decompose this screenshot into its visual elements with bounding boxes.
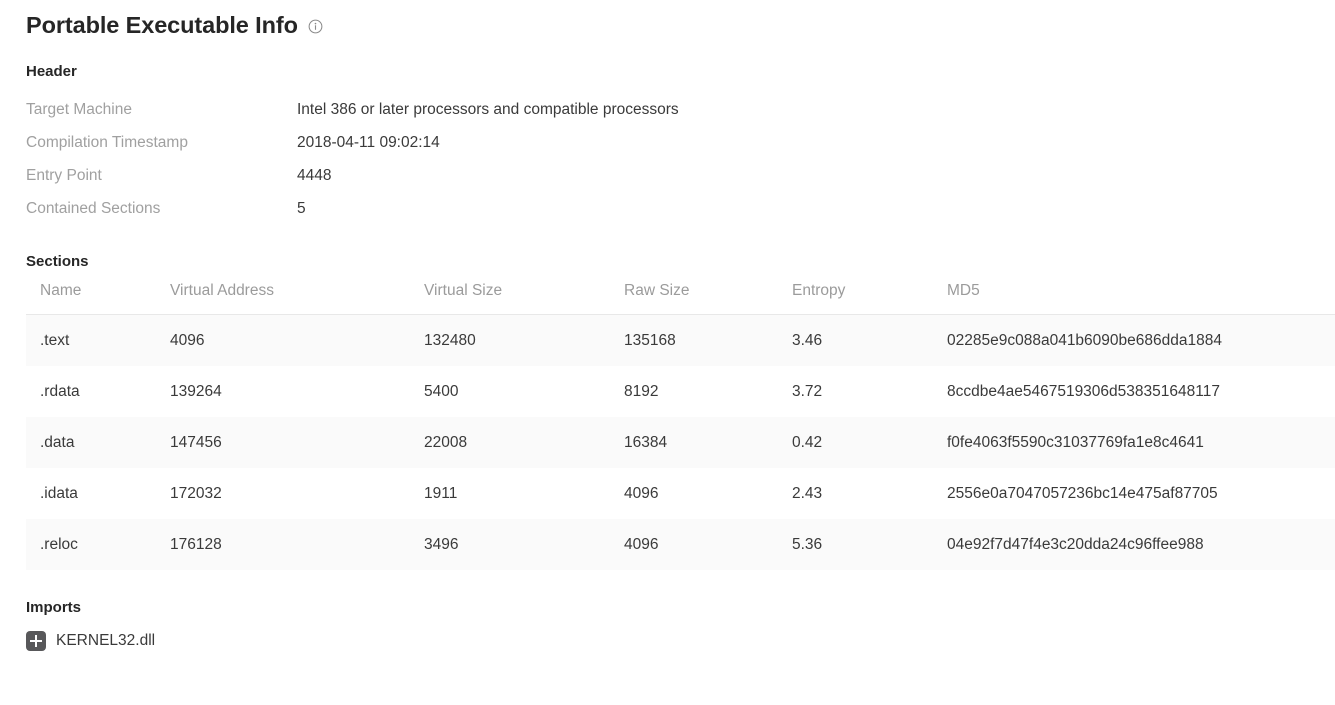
sections-table-body: .text 4096 132480 135168 3.46 02285e9c08… bbox=[26, 314, 1335, 571]
table-header-row: Name Virtual Address Virtual Size Raw Si… bbox=[26, 282, 1335, 316]
column-header-raw-size: Raw Size bbox=[624, 282, 792, 316]
detail-value: 2018-04-11 09:02:14 bbox=[297, 134, 440, 152]
table-row: .text 4096 132480 135168 3.46 02285e9c08… bbox=[26, 314, 1335, 367]
cell-name: .idata bbox=[26, 468, 170, 520]
column-header-entropy: Entropy bbox=[792, 282, 947, 316]
table-row: .reloc 176128 3496 4096 5.36 04e92f7d47f… bbox=[26, 519, 1335, 571]
cell-virtual-size: 5400 bbox=[424, 366, 624, 418]
column-header-md5: MD5 bbox=[947, 282, 1335, 316]
sections-section-heading: Sections bbox=[26, 253, 89, 271]
cell-raw-size: 4096 bbox=[624, 468, 792, 520]
column-header-virtual-address: Virtual Address bbox=[170, 282, 424, 316]
header-section-heading: Header bbox=[26, 63, 77, 81]
cell-raw-size: 135168 bbox=[624, 314, 792, 367]
cell-name: .data bbox=[26, 417, 170, 469]
cell-md5: 2556e0a7047057236bc14e475af87705 bbox=[947, 468, 1335, 520]
cell-entropy: 5.36 bbox=[792, 519, 947, 571]
page-title: Portable Executable Info bbox=[26, 12, 298, 38]
cell-raw-size: 4096 bbox=[624, 519, 792, 571]
cell-name: .text bbox=[26, 314, 170, 367]
cell-virtual-address: 172032 bbox=[170, 468, 424, 520]
detail-row: Contained Sections 5 bbox=[26, 192, 1335, 225]
cell-virtual-address: 4096 bbox=[170, 314, 424, 367]
cell-md5: 04e92f7d47f4e3c20dda24c96ffee988 bbox=[947, 519, 1335, 571]
detail-label: Compilation Timestamp bbox=[26, 134, 188, 152]
detail-label: Entry Point bbox=[26, 167, 102, 185]
table-row: .idata 172032 1911 4096 2.43 2556e0a7047… bbox=[26, 468, 1335, 520]
cell-entropy: 3.72 bbox=[792, 366, 947, 418]
detail-row: Compilation Timestamp 2018-04-11 09:02:1… bbox=[26, 126, 1335, 159]
cell-md5: f0fe4063f5590c31037769fa1e8c4641 bbox=[947, 417, 1335, 469]
cell-virtual-size: 132480 bbox=[424, 314, 624, 367]
info-circle-icon[interactable] bbox=[308, 19, 323, 34]
header-details: Target Machine Intel 386 or later proces… bbox=[26, 93, 1335, 225]
import-library-name: KERNEL32.dll bbox=[56, 632, 156, 650]
cell-raw-size: 16384 bbox=[624, 417, 792, 469]
cell-name: .reloc bbox=[26, 519, 170, 571]
pe-info-panel: Portable Executable Info Header Target M… bbox=[0, 0, 1335, 705]
cell-virtual-size: 1911 bbox=[424, 468, 624, 520]
plus-square-icon[interactable] bbox=[26, 631, 46, 652]
list-item[interactable]: KERNEL32.dll bbox=[26, 628, 155, 654]
detail-value: 5 bbox=[297, 200, 306, 218]
detail-row: Entry Point 4448 bbox=[26, 159, 1335, 192]
table-row: .rdata 139264 5400 8192 3.72 8ccdbe4ae54… bbox=[26, 366, 1335, 418]
cell-md5: 8ccdbe4ae5467519306d538351648117 bbox=[947, 366, 1335, 418]
detail-label: Contained Sections bbox=[26, 200, 161, 218]
column-header-virtual-size: Virtual Size bbox=[424, 282, 624, 316]
detail-label: Target Machine bbox=[26, 101, 132, 119]
column-header-name: Name bbox=[26, 282, 170, 316]
imports-list: KERNEL32.dll bbox=[26, 628, 1335, 654]
detail-row: Target Machine Intel 386 or later proces… bbox=[26, 93, 1335, 126]
cell-raw-size: 8192 bbox=[624, 366, 792, 418]
page-header: Portable Executable Info bbox=[0, 0, 1335, 39]
detail-value: 4448 bbox=[297, 167, 332, 185]
cell-virtual-address: 147456 bbox=[170, 417, 424, 469]
cell-md5: 02285e9c088a041b6090be686dda1884 bbox=[947, 314, 1335, 367]
cell-virtual-size: 22008 bbox=[424, 417, 624, 469]
cell-virtual-address: 139264 bbox=[170, 366, 424, 418]
sections-table-head: Name Virtual Address Virtual Size Raw Si… bbox=[26, 282, 1335, 316]
cell-name: .rdata bbox=[26, 366, 170, 418]
table-row: .data 147456 22008 16384 0.42 f0fe4063f5… bbox=[26, 417, 1335, 469]
imports-section-heading: Imports bbox=[26, 599, 82, 617]
sections-table-wrapper: Name Virtual Address Virtual Size Raw Si… bbox=[26, 282, 1335, 571]
cell-entropy: 2.43 bbox=[792, 468, 947, 520]
sections-table: Name Virtual Address Virtual Size Raw Si… bbox=[26, 282, 1335, 571]
cell-entropy: 3.46 bbox=[792, 314, 947, 367]
cell-virtual-size: 3496 bbox=[424, 519, 624, 571]
detail-value: Intel 386 or later processors and compat… bbox=[297, 101, 679, 119]
cell-virtual-address: 176128 bbox=[170, 519, 424, 571]
cell-entropy: 0.42 bbox=[792, 417, 947, 469]
